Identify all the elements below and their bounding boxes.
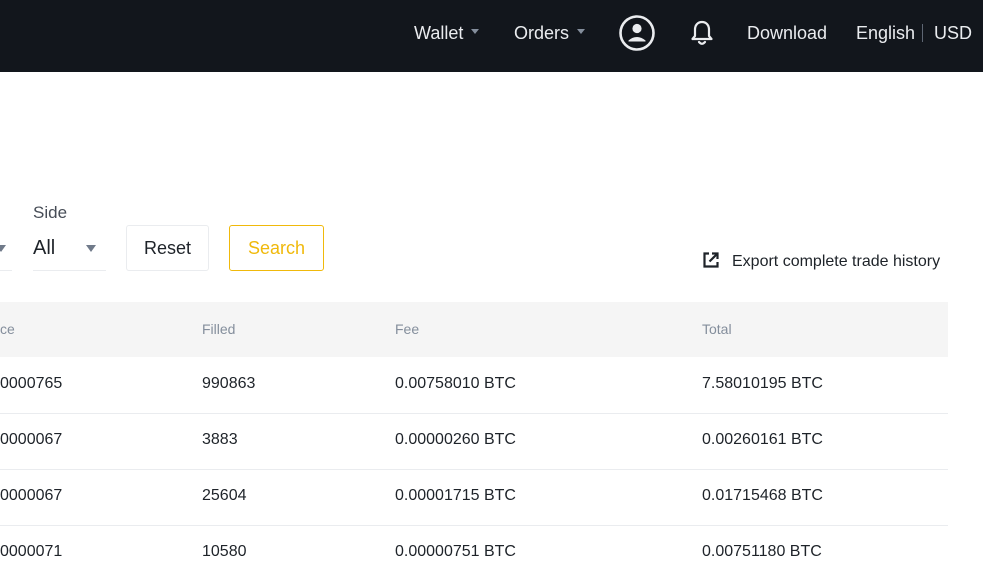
cell-total: 0.00260161 BTC xyxy=(702,431,823,448)
nav-orders-menu[interactable]: Orders xyxy=(514,20,586,46)
cell-price: 0000071 xyxy=(0,543,63,560)
table-row: 0000067 3883 0.00000260 BTC 0.00260161 B… xyxy=(0,413,948,470)
table-row: 0000067 25604 0.00001715 BTC 0.01715468 … xyxy=(0,469,948,526)
cell-price: 0000067 xyxy=(0,431,63,448)
nav-wallet-label: Wallet xyxy=(414,23,464,43)
side-select-value: All xyxy=(33,237,56,259)
search-button[interactable]: Search xyxy=(229,225,324,271)
cell-price: 0000067 xyxy=(0,487,63,504)
cell-fee: 0.00758010 BTC xyxy=(395,375,516,392)
nav-download-label: Download xyxy=(747,23,828,43)
export-label: Export complete trade history xyxy=(732,253,941,270)
nav-download-link[interactable]: Download xyxy=(747,20,827,46)
cell-filled: 3883 xyxy=(202,431,238,448)
nav-wallet-menu[interactable]: Wallet xyxy=(414,20,480,46)
column-header-fee: Fee xyxy=(395,321,420,337)
table-row: 0000765 990863 0.00758010 BTC 7.58010195… xyxy=(0,357,948,414)
trade-table-header: ce Filled Fee Total xyxy=(0,302,948,357)
table-row: 0000071 10580 0.00000751 BTC 0.00751180 … xyxy=(0,525,948,581)
external-link-icon xyxy=(702,251,720,274)
cell-price: 0000765 xyxy=(0,375,63,392)
language-selector[interactable]: English xyxy=(856,20,915,46)
currency-selector[interactable]: USD xyxy=(934,20,972,46)
cell-total: 0.01715468 BTC xyxy=(702,487,823,504)
cell-filled: 10580 xyxy=(202,543,247,560)
side-filter-label: Side xyxy=(33,203,68,222)
cell-fee: 0.00000260 BTC xyxy=(395,431,516,448)
nav-divider xyxy=(922,24,923,42)
cell-filled: 990863 xyxy=(202,375,256,392)
top-nav-bar: Wallet Orders Download English USD xyxy=(0,0,983,72)
reset-button[interactable]: Reset xyxy=(126,225,209,271)
nav-orders-label: Orders xyxy=(514,23,570,43)
cell-total: 0.00751180 BTC xyxy=(702,543,822,560)
column-header-price: ce xyxy=(0,321,15,337)
chevron-down-icon xyxy=(577,28,586,34)
export-trade-history-link[interactable]: Export complete trade history xyxy=(702,250,940,274)
currency-label: USD xyxy=(934,23,973,43)
cell-filled: 25604 xyxy=(202,487,247,504)
cell-total: 7.58010195 BTC xyxy=(702,375,823,392)
side-select[interactable]: All xyxy=(33,226,106,271)
filter-select-partial[interactable] xyxy=(0,226,12,271)
column-header-filled: Filled xyxy=(202,321,236,337)
user-circle-icon[interactable] xyxy=(618,14,656,57)
language-label: English xyxy=(856,23,916,43)
column-header-total: Total xyxy=(702,321,732,337)
chevron-down-icon xyxy=(86,245,96,252)
chevron-down-icon xyxy=(0,245,6,252)
cell-fee: 0.00000751 BTC xyxy=(395,543,516,560)
cell-fee: 0.00001715 BTC xyxy=(395,487,516,504)
chevron-down-icon xyxy=(471,28,480,34)
bell-icon[interactable] xyxy=(690,19,714,52)
